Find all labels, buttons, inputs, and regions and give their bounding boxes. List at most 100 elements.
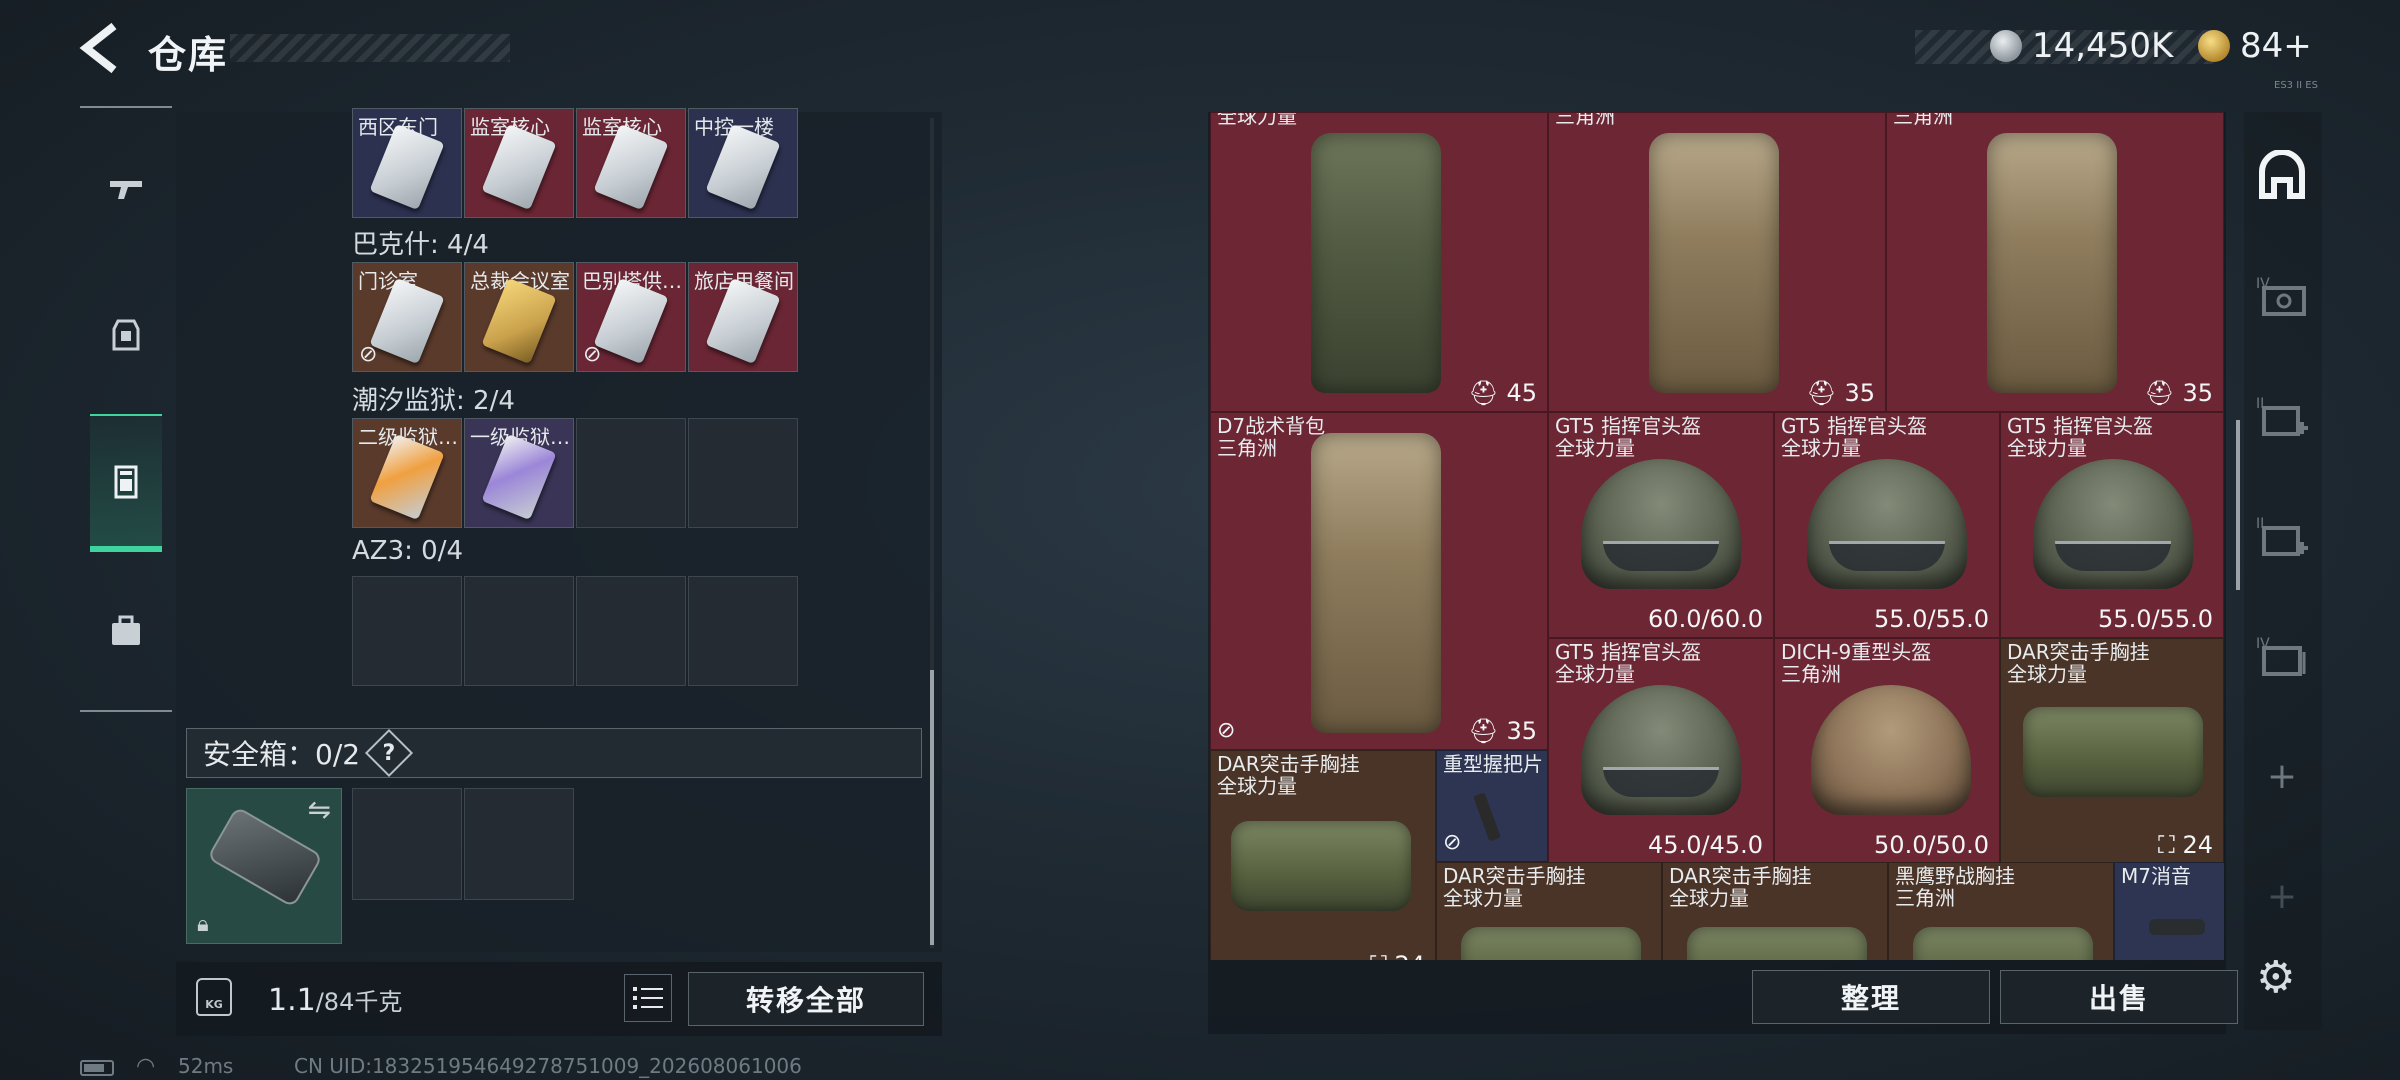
stash-item[interactable]: DAR突击手胸挂 全球力量 ⛶ 24 <box>2000 638 2224 864</box>
item-name: 重型握把片 <box>1443 752 1543 776</box>
empty-slot[interactable] <box>576 576 686 686</box>
item-value: ⛶ 24 <box>1370 951 1425 960</box>
az3-label: AZ3: 0/4 <box>352 536 464 566</box>
chest-rig-icon <box>1687 927 1867 960</box>
right-scroll-thumb[interactable] <box>2236 420 2240 590</box>
gold-currency-value: 84+ <box>2240 26 2312 66</box>
safe-case-icon <box>206 806 324 908</box>
swap-icon[interactable]: ⇋ <box>308 793 331 826</box>
keycard-slot[interactable]: 门诊室 ⊘ <box>352 262 462 372</box>
stash-item[interactable]: DAR突击手胸挂 全球力量 ⛶ 24 <box>1210 750 1436 960</box>
list-icon <box>633 987 663 1009</box>
help-icon[interactable]: ? <box>365 728 414 778</box>
helmet-icon <box>2033 459 2193 589</box>
durability: 55.0/55.0 <box>1874 605 1989 633</box>
helmet-icon <box>1807 459 1967 589</box>
stash-item[interactable]: GT5 指挥官头盔 全球力量 60.0/60.0 <box>1548 412 1774 638</box>
sell-button[interactable]: 出售 <box>2000 970 2238 1024</box>
nav-weapon[interactable] <box>90 134 162 244</box>
stash-home-icon[interactable] <box>2254 148 2310 204</box>
armor-icon <box>112 319 140 351</box>
keycard-slot[interactable]: 巴别塔供… ⊘ <box>576 262 686 372</box>
empty-slot[interactable] <box>464 788 574 900</box>
empty-slot[interactable] <box>688 576 798 686</box>
keycard-slot[interactable]: 旅店用餐间 <box>688 262 798 372</box>
item-value: ⛑ 45 <box>1468 379 1537 407</box>
stash-item[interactable]: 重型握把片 ⊘ <box>1436 750 1548 862</box>
keycard-slot[interactable]: 总裁会议室 <box>464 262 574 372</box>
empty-slot[interactable] <box>352 576 462 686</box>
settings-gear-icon[interactable]: ⚙ <box>2256 952 2295 1003</box>
silver-currency: 14,450K <box>1990 26 2173 66</box>
stash-item[interactable]: GT5 指挥官头盔 全球力量 45.0/45.0 <box>1548 638 1774 864</box>
nav-storage[interactable] <box>90 414 162 552</box>
keycard-slot[interactable]: 监室核心 <box>576 108 686 218</box>
add-page-disabled-icon: + <box>2266 875 2298 917</box>
stash-item[interactable]: 三角洲 ⛑ 35 <box>1886 112 2224 412</box>
silencer-icon <box>2149 919 2205 935</box>
stash-page-3-icon[interactable]: II <box>2254 508 2310 564</box>
keycard-slot[interactable]: 监室核心 <box>464 108 574 218</box>
stash-item[interactable]: 全球力量 ⛑ 45 <box>1210 112 1548 412</box>
nav-case[interactable] <box>90 576 162 686</box>
nav-bottom-divider <box>80 710 172 712</box>
stash-item[interactable]: DAR突击手胸挂 全球力量 <box>1662 862 1888 960</box>
kg-label: KG <box>205 998 223 1011</box>
safe-page-glyph: IV <box>2256 276 2306 316</box>
list-view-button[interactable] <box>624 974 672 1022</box>
stash-page-2-icon[interactable]: II <box>2254 388 2310 444</box>
nav-gear[interactable] <box>90 280 162 390</box>
organize-button[interactable]: 整理 <box>1752 970 1990 1024</box>
durability: 45.0/45.0 <box>1648 831 1763 859</box>
item-value: ⛑ 35 <box>1468 717 1537 745</box>
keycard-slot[interactable]: 中控一楼 <box>688 108 798 218</box>
stash-item[interactable]: DAR突击手胸挂 全球力量 <box>1436 862 1662 960</box>
no-bind-icon: ⊘ <box>1443 830 1462 855</box>
empty-slot[interactable] <box>352 788 462 900</box>
safe-box-label: 安全箱：0/2 <box>203 738 361 771</box>
stash-item[interactable]: 黑鹰野战胸挂 三角洲 <box>1888 862 2114 960</box>
stash-item[interactable]: 三角洲 ⛑ 35 <box>1548 112 1886 412</box>
empty-slot[interactable] <box>576 418 686 528</box>
page-title: 仓库 <box>148 33 229 77</box>
add-page-icon[interactable]: + <box>2254 748 2310 804</box>
item-value: ⛑ 35 <box>2144 379 2213 407</box>
stash-page-iv-icon[interactable]: IV <box>2254 628 2310 684</box>
item-name: 三角洲 <box>1893 112 1953 128</box>
weight-max: /84千克 <box>315 988 403 1016</box>
gun-icon <box>110 181 142 199</box>
stash-item[interactable]: DICH-9重型头盔 三角洲 50.0/50.0 <box>1774 638 2000 864</box>
folder-page-glyph: IV <box>2256 636 2306 676</box>
backpack-icon <box>1311 133 1441 393</box>
battery-icon <box>80 1060 114 1076</box>
item-name: GT5 指挥官头盔 全球力量 <box>1555 414 1702 460</box>
add-page-glyph: II <box>2256 516 2308 556</box>
empty-slot[interactable] <box>688 418 798 528</box>
chest-rig-icon <box>2023 707 2203 797</box>
safe-box-slot[interactable]: ⇋ 🔒︎ <box>186 788 342 944</box>
stash-page-4-icon[interactable]: IV <box>2254 268 2310 324</box>
keycard-slot[interactable]: 二级监狱… <box>352 418 462 528</box>
stash-item[interactable]: GT5 指挥官头盔 全球力量 55.0/55.0 <box>1774 412 2000 638</box>
stash-item[interactable]: M7消音 <box>2114 862 2224 960</box>
uid-readout: CN UID:183251954649278751009_20260806100… <box>294 1054 802 1078</box>
ping-readout: 52ms <box>178 1054 234 1078</box>
stash-item[interactable]: GT5 指挥官头盔 全球力量 55.0/55.0 <box>2000 412 2224 638</box>
item-name: GT5 指挥官头盔 全球力量 <box>2007 414 2154 460</box>
help-mark: ? <box>382 740 396 766</box>
gold-currency[interactable]: 84+ <box>2198 26 2312 66</box>
stash-item[interactable]: D7战术背包 三角洲 ⊘ ⛑ 35 <box>1210 412 1548 750</box>
weight-icon: KG <box>196 978 232 1016</box>
back-arrow-icon[interactable] <box>78 22 122 74</box>
empty-slot[interactable] <box>464 576 574 686</box>
left-scroll-thumb[interactable] <box>930 670 934 945</box>
durability: 55.0/55.0 <box>2098 605 2213 633</box>
keycard-slot[interactable]: 一级监狱… <box>464 418 574 528</box>
transfer-all-button[interactable]: 转移全部 <box>688 972 924 1026</box>
item-name: D7战术背包 三角洲 <box>1217 414 1326 460</box>
durability: 60.0/60.0 <box>1648 605 1763 633</box>
stash-grid[interactable]: 全球力量 ⛑ 45 三角洲 ⛑ 35 三角洲 ⛑ 35 D7战术背包 三角洲 ⊘… <box>1210 112 2224 960</box>
item-name: DAR突击手胸挂 全球力量 <box>1669 864 1812 910</box>
safe-box-header: 安全箱：0/2 ? <box>186 728 922 778</box>
keycard-slot[interactable]: 西区东门 <box>352 108 462 218</box>
